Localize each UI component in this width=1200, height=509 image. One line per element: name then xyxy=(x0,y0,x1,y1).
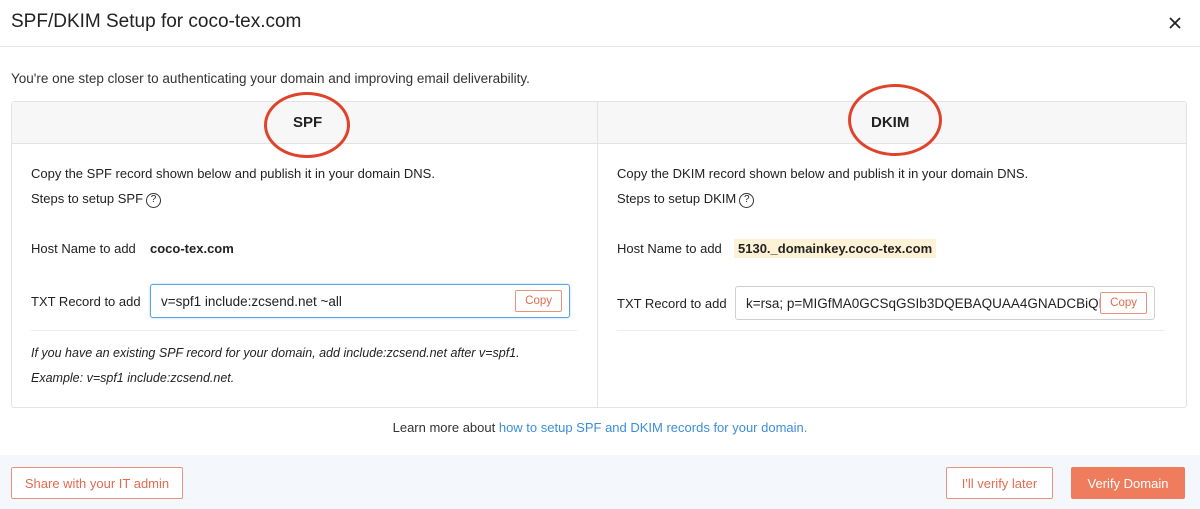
spf-note: If you have an existing SPF record for y… xyxy=(31,346,520,360)
dkim-txt-field[interactable]: k=rsa; p=MIGfMA0GCSqGSIb3DQEBAQUAA4GNADC… xyxy=(735,286,1155,320)
spf-txt-value[interactable]: v=spf1 include:zcsend.net ~all xyxy=(161,294,342,309)
dkim-copy-button[interactable]: Copy xyxy=(1100,292,1147,314)
spf-column: SPF Copy the SPF record shown below and … xyxy=(12,92,598,407)
dialog-header: SPF/DKIM Setup for coco-tex.com xyxy=(0,0,1200,47)
dialog-title: SPF/DKIM Setup for coco-tex.com xyxy=(11,11,302,32)
verify-later-button[interactable]: I'll verify later xyxy=(946,467,1053,499)
dkim-column: DKIM Copy the DKIM record shown below an… xyxy=(598,84,1186,407)
dkim-host-value: 5130._domainkey.coco-tex.com xyxy=(734,239,937,258)
spf-steps-label[interactable]: Steps to setup SPF xyxy=(31,191,143,206)
dkim-steps-link[interactable]: Steps to setup DKIM? xyxy=(617,191,755,208)
spf-steps-link[interactable]: Steps to setup SPF? xyxy=(31,191,162,208)
close-icon[interactable] xyxy=(1164,12,1186,34)
dkim-annotation-circle xyxy=(848,84,942,156)
help-icon[interactable]: ? xyxy=(739,193,755,208)
help-icon[interactable]: ? xyxy=(146,193,162,208)
records-panel: SPF Copy the SPF record shown below and … xyxy=(11,84,1187,408)
dkim-txt-label: TXT Record to add xyxy=(617,296,727,311)
spf-copy-button[interactable]: Copy xyxy=(515,290,562,312)
learn-more-prefix: Learn more about xyxy=(392,420,499,435)
share-with-it-admin-button[interactable]: Share with your IT admin xyxy=(11,467,183,499)
spf-txt-label: TXT Record to add xyxy=(31,294,141,309)
intro-text: You're one step closer to authenticating… xyxy=(11,71,530,86)
spf-annotation-circle xyxy=(264,92,350,158)
verify-domain-button[interactable]: Verify Domain xyxy=(1071,467,1185,499)
spf-example: Example: v=spf1 include:zcsend.net. xyxy=(31,371,235,385)
dkim-steps-label[interactable]: Steps to setup DKIM xyxy=(617,191,736,206)
spf-txt-field[interactable]: v=spf1 include:zcsend.net ~all Copy xyxy=(150,284,570,318)
spf-host-value: coco-tex.com xyxy=(150,241,234,256)
dialog-footer: Share with your IT admin I'll verify lat… xyxy=(0,455,1200,509)
learn-more: Learn more about how to setup SPF and DK… xyxy=(0,420,1200,435)
learn-more-link[interactable]: how to setup SPF and DKIM records for yo… xyxy=(499,420,808,435)
spf-host-label: Host Name to add xyxy=(31,241,136,256)
dkim-host-label: Host Name to add xyxy=(617,241,722,256)
dkim-txt-value[interactable]: k=rsa; p=MIGfMA0GCSqGSIb3DQEBAQUAA4GNADC… xyxy=(746,296,1135,311)
dkim-instruction: Copy the DKIM record shown below and pub… xyxy=(617,166,1029,181)
dkim-divider xyxy=(617,330,1165,331)
spf-instruction: Copy the SPF record shown below and publ… xyxy=(31,166,435,181)
spf-divider xyxy=(31,330,577,331)
